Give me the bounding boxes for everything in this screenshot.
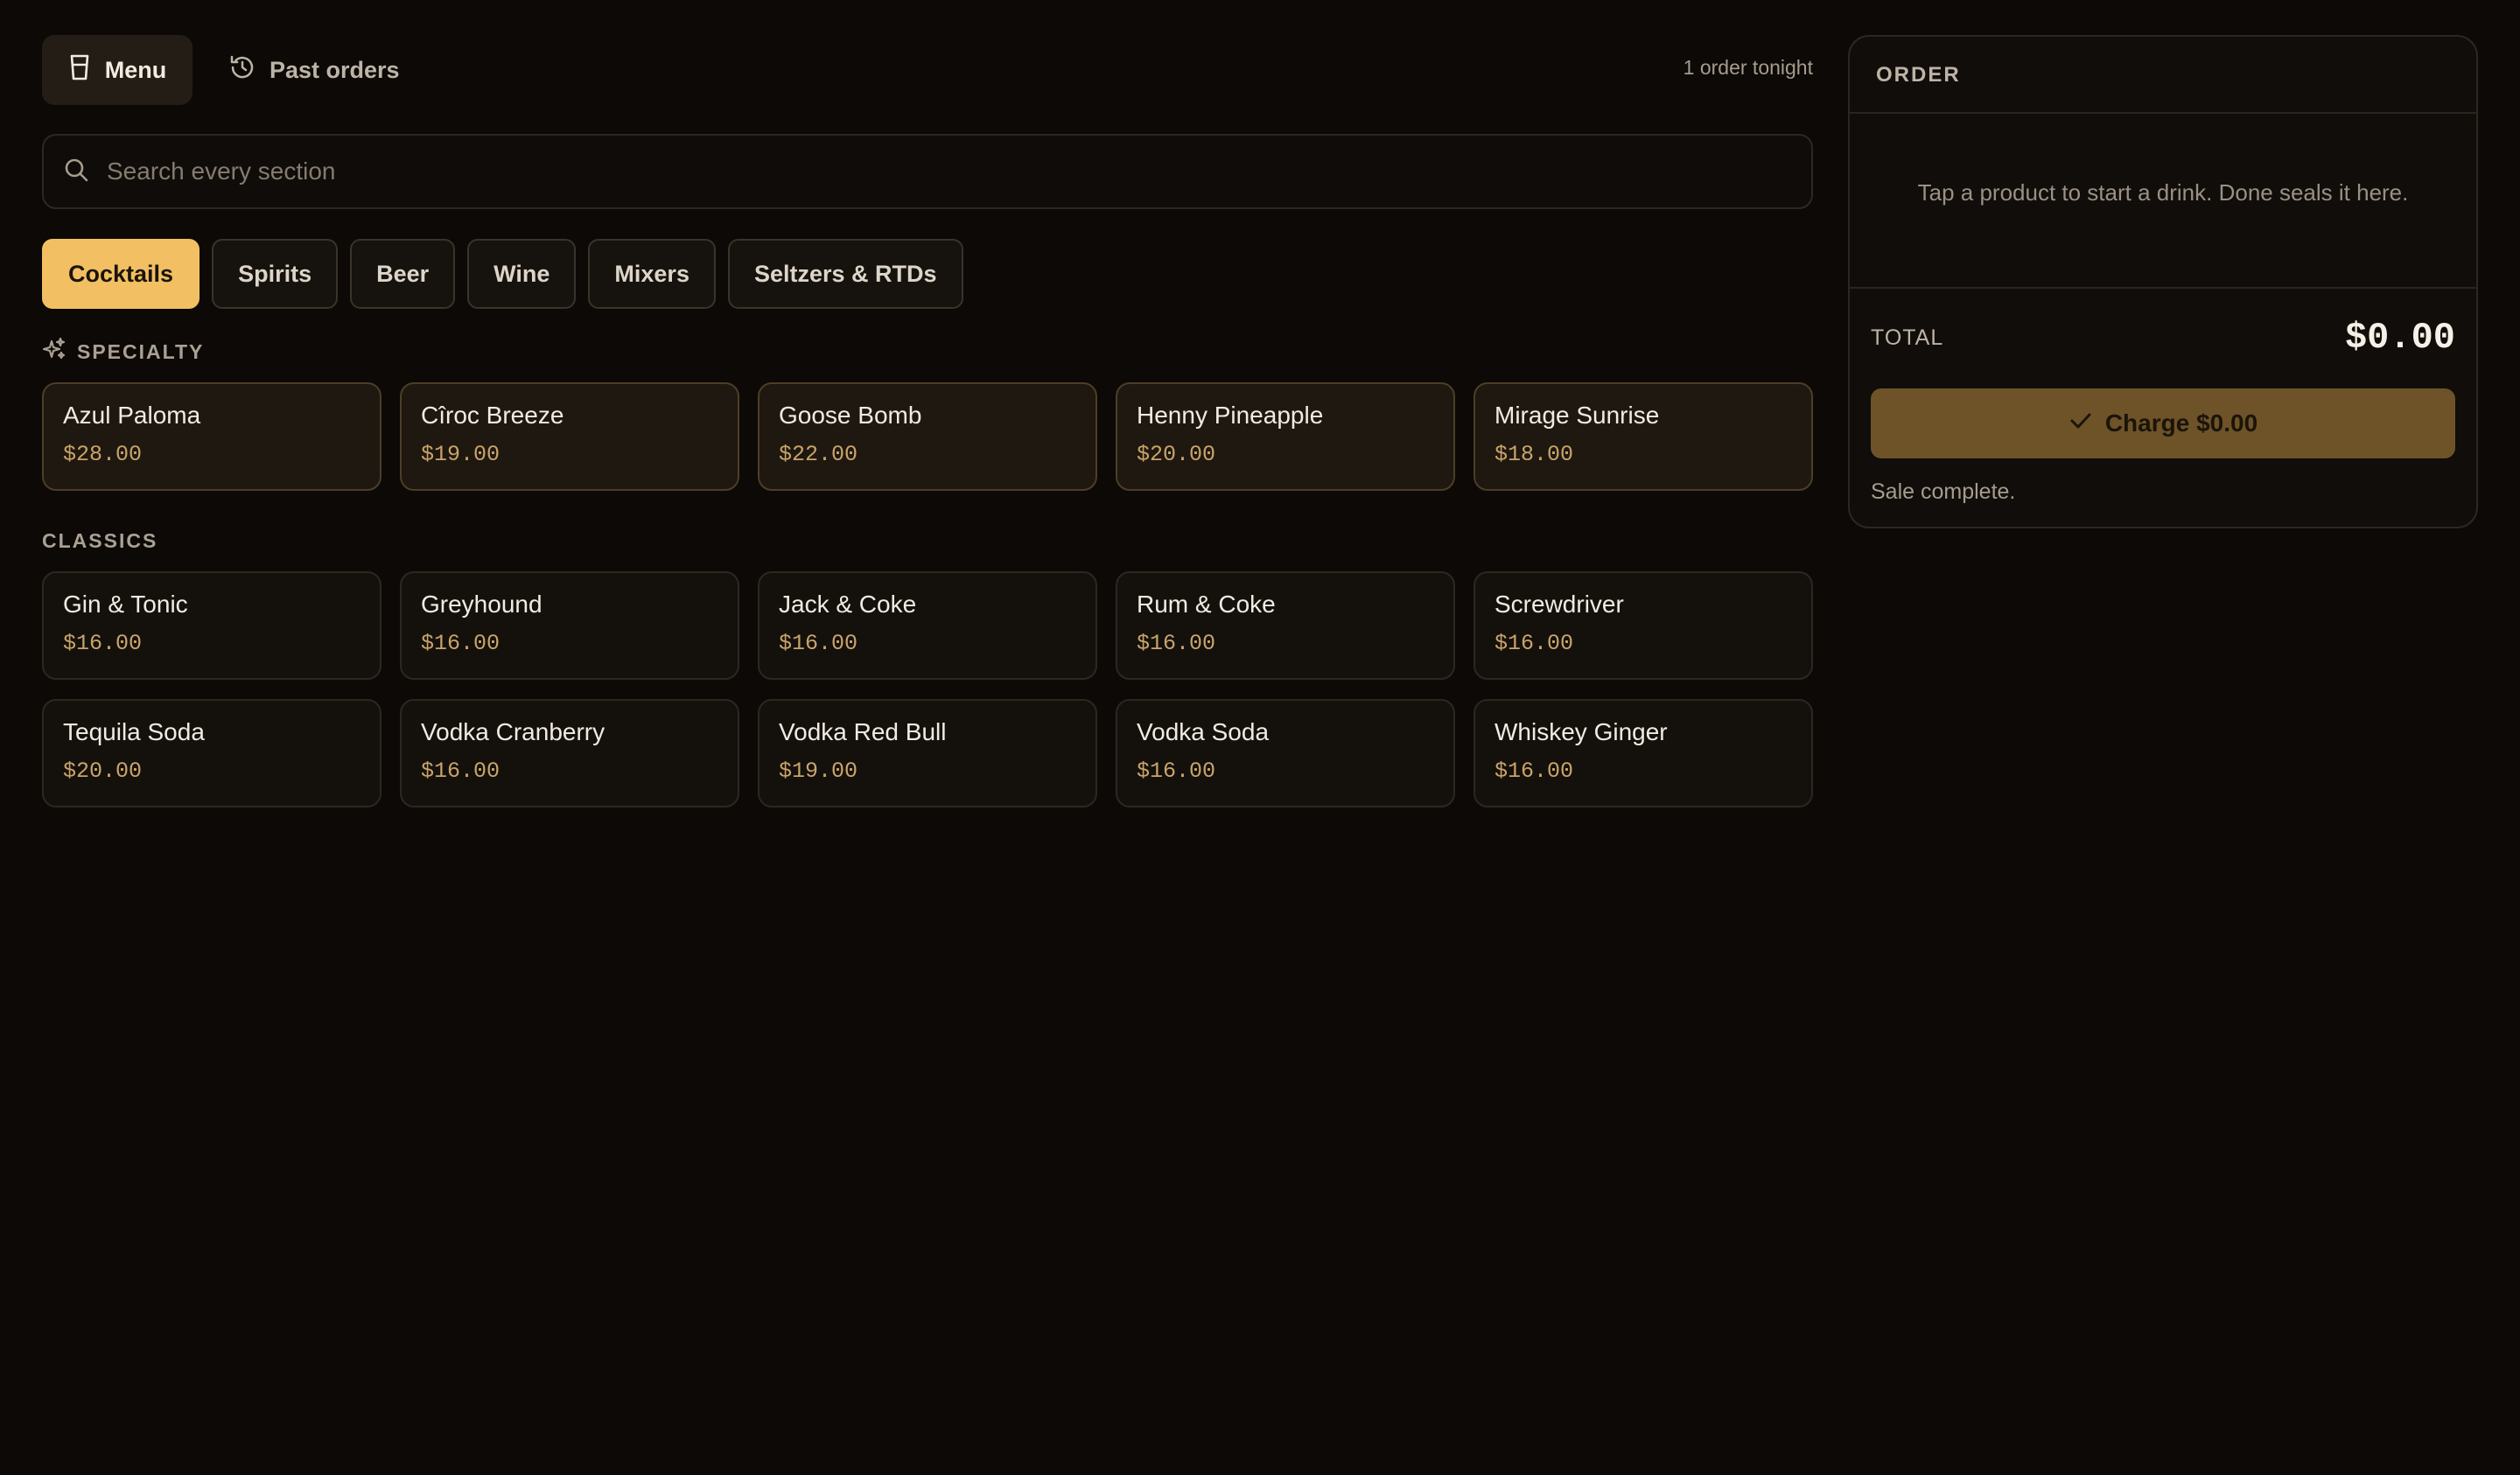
product-name: Vodka Soda [1137,718,1270,745]
product-price: $22.00 [779,442,858,467]
product-price: $16.00 [1494,631,1574,656]
product-price: $19.00 [779,758,858,784]
order-title: ORDER [1850,37,2476,114]
section-classics-label: CLASSICS [42,528,158,552]
product-name: Henny Pineapple [1137,402,1324,429]
product-card[interactable]: Rum & Coke $16.00 [1116,571,1455,680]
product-price: $16.00 [421,758,500,784]
menu-panel: Menu Past orders 1 order tonight Cocktai… [42,35,1813,807]
product-price: $16.00 [1494,758,1574,784]
classics-grid: Gin & Tonic $16.00 Greyhound $16.00 Jack… [42,571,1813,807]
order-empty-state: Tap a product to start a drink. Done sea… [1850,114,2476,289]
product-card[interactable]: Vodka Soda $16.00 [1116,699,1455,807]
product-card[interactable]: Gin & Tonic $16.00 [42,571,382,680]
sparkles-icon [42,337,66,367]
product-price: $20.00 [1137,442,1216,467]
orders-tonight-count: 1 order tonight [1683,56,1813,79]
search-bar [42,134,1813,209]
glass-icon [68,54,91,87]
product-price: $20.00 [63,758,143,784]
product-name: Jack & Coke [779,591,917,618]
product-card[interactable]: Tequila Soda $20.00 [42,699,382,807]
check-icon [2068,409,2093,439]
charge-button[interactable]: Charge $0.00 [1871,388,2455,458]
tab-seltzers-rtds[interactable]: Seltzers & RTDs [727,239,963,309]
product-card[interactable]: Whiskey Ginger $16.00 [1474,699,1813,807]
product-price: $16.00 [1137,631,1216,656]
total-label: TOTAL [1871,325,1944,350]
tab-wine[interactable]: Wine [467,239,577,309]
product-card[interactable]: Mirage Sunrise $18.00 [1474,382,1813,491]
product-name: Gin & Tonic [63,591,188,618]
product-card[interactable]: Vodka Red Bull $19.00 [758,699,1097,807]
product-card[interactable]: Jack & Coke $16.00 [758,571,1097,680]
product-name: Tequila Soda [63,718,205,745]
product-card[interactable]: Greyhound $16.00 [400,571,739,680]
order-empty-message: Tap a product to start a drink. Done sea… [1917,178,2409,206]
product-card[interactable]: Screwdriver $16.00 [1474,571,1813,680]
product-card[interactable]: Vodka Cranberry $16.00 [400,699,739,807]
product-name: Vodka Cranberry [421,718,606,745]
top-bar: Menu Past orders 1 order tonight [42,35,1813,105]
product-card[interactable]: Henny Pineapple $20.00 [1116,382,1455,491]
product-name: Greyhound [421,591,542,618]
total-value: $0.00 [2344,317,2455,359]
charge-button-label: Charge $0.00 [2104,409,2258,437]
section-specialty-label: SPECIALTY [77,339,205,363]
past-orders-nav-label: Past orders [270,56,400,83]
section-specialty-header: SPECIALTY [42,337,1813,367]
specialty-grid: Azul Paloma $28.00 Cîroc Breeze $19.00 G… [42,382,1813,491]
product-price: $16.00 [421,631,500,656]
product-name: Screwdriver [1494,591,1624,618]
category-tabs: Cocktails Spirits Beer Wine Mixers Seltz… [42,239,1813,309]
search-input[interactable] [105,157,1684,186]
sale-status: Sale complete. [1871,479,2016,504]
product-price: $16.00 [779,631,858,656]
product-price: $19.00 [421,442,500,467]
product-name: Mirage Sunrise [1494,402,1660,429]
product-card[interactable]: Goose Bomb $22.00 [758,382,1097,491]
tab-spirits[interactable]: Spirits [212,239,339,309]
tab-cocktails[interactable]: Cocktails [42,239,200,309]
history-icon [229,54,256,87]
product-card[interactable]: Azul Paloma $28.00 [42,382,382,491]
product-name: Cîroc Breeze [421,402,564,429]
product-name: Azul Paloma [63,402,201,429]
menu-nav-label: Menu [104,56,167,83]
menu-nav-button[interactable]: Menu [42,35,192,105]
product-name: Goose Bomb [779,402,922,429]
product-price: $16.00 [63,631,143,656]
product-name: Rum & Coke [1137,591,1276,618]
product-name: Vodka Red Bull [779,718,947,745]
product-price: $18.00 [1494,442,1574,467]
product-price: $28.00 [63,442,143,467]
order-total-row: TOTAL $0.00 [1871,317,2455,359]
search-icon [63,157,89,187]
tab-mixers[interactable]: Mixers [588,239,716,309]
order-panel: ORDER Tap a product to start a drink. Do… [1848,35,2478,528]
product-card[interactable]: Cîroc Breeze $19.00 [400,382,739,491]
section-classics-header: CLASSICS [42,528,1813,554]
product-price: $16.00 [1137,758,1216,784]
tab-beer[interactable]: Beer [350,239,456,309]
past-orders-nav-button[interactable]: Past orders [229,35,400,105]
product-name: Whiskey Ginger [1494,718,1668,745]
